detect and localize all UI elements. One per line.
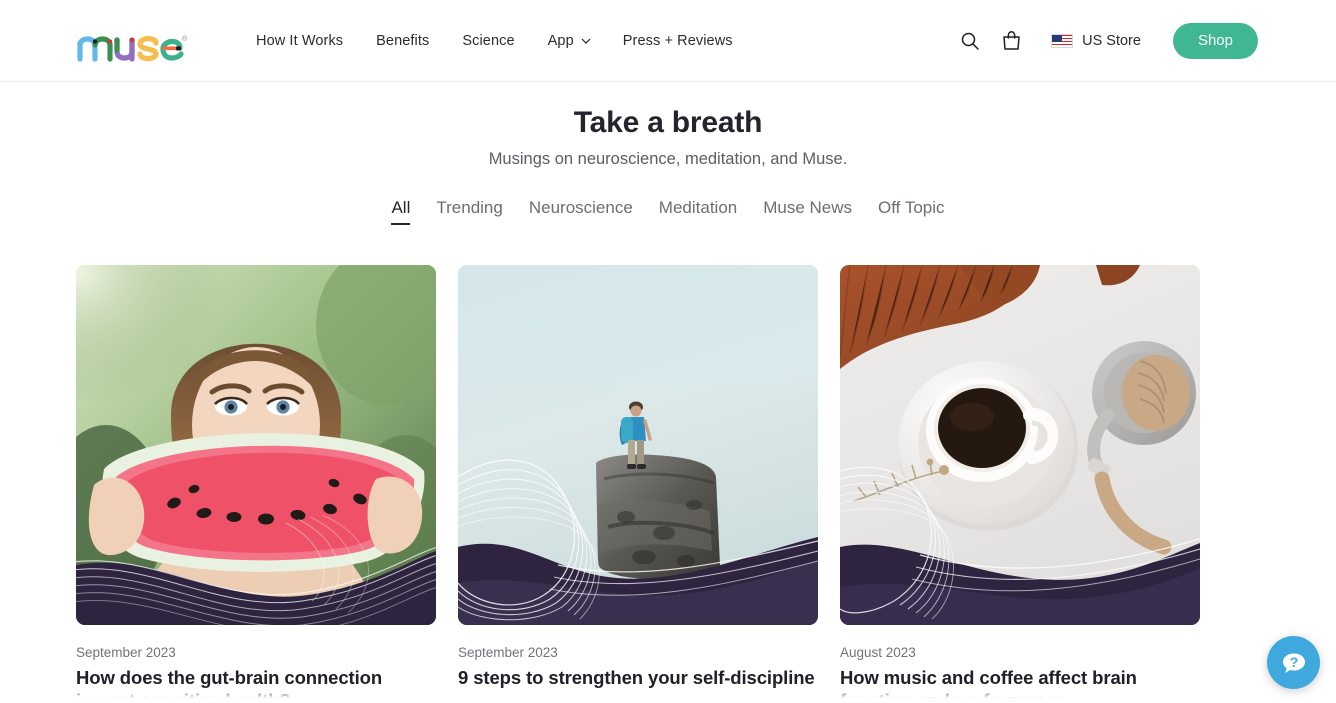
nav-label: Press + Reviews xyxy=(622,32,733,49)
nav-item-how-it-works[interactable]: How It Works xyxy=(256,33,343,49)
nav-item-press-reviews[interactable]: Press + Reviews xyxy=(623,33,733,49)
store-label: US Store xyxy=(1082,32,1141,49)
tab-muse-news[interactable]: Muse News xyxy=(763,198,852,225)
nav-label: Science xyxy=(462,32,515,49)
article-date: September 2023 xyxy=(76,645,176,660)
article-card[interactable]: August 2023 How music and coffee affect … xyxy=(840,265,1200,703)
tab-off-topic[interactable]: Off Topic xyxy=(878,198,944,225)
category-filter-tabs: All Trending Neuroscience Meditation Mus… xyxy=(0,198,1336,225)
tab-neuroscience[interactable]: Neuroscience xyxy=(529,198,633,225)
page-subtitle: Musings on neuroscience, meditation, and… xyxy=(488,150,848,168)
site-header: ® How It Works Benefits Science App Pres… xyxy=(0,0,1336,82)
article-title[interactable]: How does the gut-brain connection impact… xyxy=(76,667,436,703)
nav-label: Benefits xyxy=(376,32,430,49)
svg-text:?: ? xyxy=(1289,654,1298,670)
search-icon[interactable] xyxy=(960,31,980,51)
svg-text:®: ® xyxy=(182,35,188,43)
muse-logo[interactable]: ® xyxy=(76,19,188,63)
article-thumbnail xyxy=(840,265,1200,625)
nav-item-app[interactable]: App xyxy=(547,32,591,49)
chevron-down-icon xyxy=(581,36,591,45)
article-date: September 2023 xyxy=(458,645,558,660)
article-thumbnail xyxy=(458,265,818,625)
article-title[interactable]: How music and coffee affect brain functi… xyxy=(840,667,1200,703)
main-nav: How It Works Benefits Science App Press … xyxy=(256,33,733,49)
tab-meditation[interactable]: Meditation xyxy=(659,198,737,225)
article-grid: September 2023 How does the gut-brain co… xyxy=(0,265,1336,703)
tab-trending[interactable]: Trending xyxy=(436,198,502,225)
nav-item-science[interactable]: Science xyxy=(462,33,514,49)
article-title[interactable]: 9 steps to strengthen your self-discipli… xyxy=(458,667,818,690)
hiker-standing-on-rock-pinnacle-image xyxy=(458,265,818,625)
store-selector[interactable]: US Store xyxy=(1051,33,1141,49)
help-chat-button[interactable]: ? xyxy=(1267,636,1320,689)
nav-label: App xyxy=(547,32,574,49)
article-card[interactable]: September 2023 How does the gut-brain co… xyxy=(76,265,436,703)
tab-all[interactable]: All xyxy=(391,198,411,225)
article-date: August 2023 xyxy=(840,645,916,660)
page-title: Take a breath xyxy=(573,106,763,139)
woman-holding-watermelon-slice-image xyxy=(76,265,436,625)
article-thumbnail xyxy=(76,265,436,625)
page-hero: Take a breath Musings on neuroscience, m… xyxy=(0,82,1336,169)
question-chat-bubble-icon: ? xyxy=(1282,653,1305,673)
coffee-cup-and-headphones-on-desk-image xyxy=(840,265,1200,625)
shop-button[interactable]: Shop xyxy=(1172,22,1258,59)
muse-logo-mark: ® xyxy=(77,35,188,62)
header-actions: US Store Shop xyxy=(960,22,1258,59)
article-card[interactable]: September 2023 9 steps to strengthen you… xyxy=(458,265,818,703)
nav-label: How It Works xyxy=(256,32,344,49)
nav-item-benefits[interactable]: Benefits xyxy=(376,33,429,49)
shopping-bag-icon[interactable] xyxy=(1002,30,1021,51)
us-flag-icon xyxy=(1051,33,1074,48)
